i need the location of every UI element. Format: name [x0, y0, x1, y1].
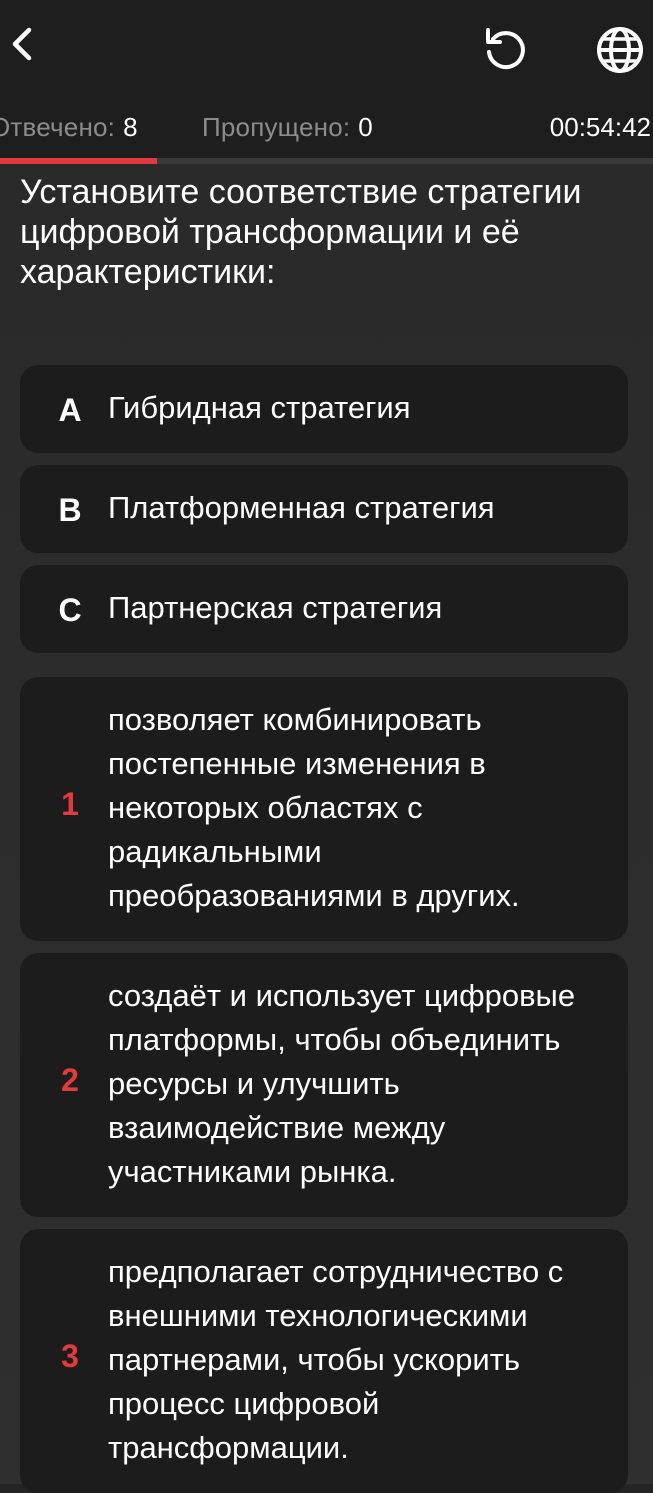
status-bar: Отвечено: 8 Пропущено: 0 00:54:42: [0, 100, 653, 158]
answer-label: предполагает сотрудничество с внешними т…: [108, 1254, 564, 1465]
option-b[interactable]: B Платформенная стратегия: [20, 465, 628, 553]
refresh-button[interactable]: [478, 22, 534, 78]
chevron-left-icon: [12, 27, 32, 61]
answer-key: 2: [61, 1062, 79, 1098]
answer-label: создаёт и использует цифровые платформы,…: [108, 978, 576, 1189]
answered-count: 8: [123, 112, 138, 142]
skipped-counter: Пропущено: 0: [202, 112, 373, 143]
answer-3[interactable]: 3 предполагает сотрудничество с внешними…: [20, 1229, 628, 1493]
skipped-count: 0: [358, 112, 373, 142]
language-button[interactable]: [592, 22, 648, 78]
answered-counter: Отвечено: 8: [0, 112, 138, 143]
option-a[interactable]: A Гибридная стратегия: [20, 365, 628, 453]
timer: 00:54:42: [549, 112, 651, 142]
globe-icon: [597, 27, 643, 73]
answer-label: позволяет комбинировать постепенные изме…: [108, 702, 520, 913]
answer-key: 3: [61, 1338, 79, 1374]
option-key: A: [58, 392, 82, 428]
answer-1[interactable]: 1 позволяет комбинировать постепенные из…: [20, 677, 628, 941]
option-key: C: [58, 592, 82, 628]
option-label: Платформенная стратегия: [108, 490, 495, 525]
top-bar: [0, 0, 653, 100]
answered-label: Отвечено:: [0, 112, 116, 142]
option-label: Партнерская стратегия: [108, 590, 443, 625]
option-label: Гибридная стратегия: [108, 390, 411, 425]
answer-key: 1: [61, 786, 79, 822]
answer-2[interactable]: 2 создаёт и использует цифровые платформ…: [20, 953, 628, 1217]
skipped-label: Пропущено:: [202, 112, 351, 142]
question-text: Установите соответствие стратегии цифров…: [20, 173, 582, 291]
option-c[interactable]: C Партнерская стратегия: [20, 565, 628, 653]
option-key: B: [58, 492, 82, 528]
question-area: Установите соответствие стратегии цифров…: [0, 164, 653, 1493]
refresh-icon: [486, 28, 525, 70]
back-button[interactable]: [0, 14, 44, 74]
